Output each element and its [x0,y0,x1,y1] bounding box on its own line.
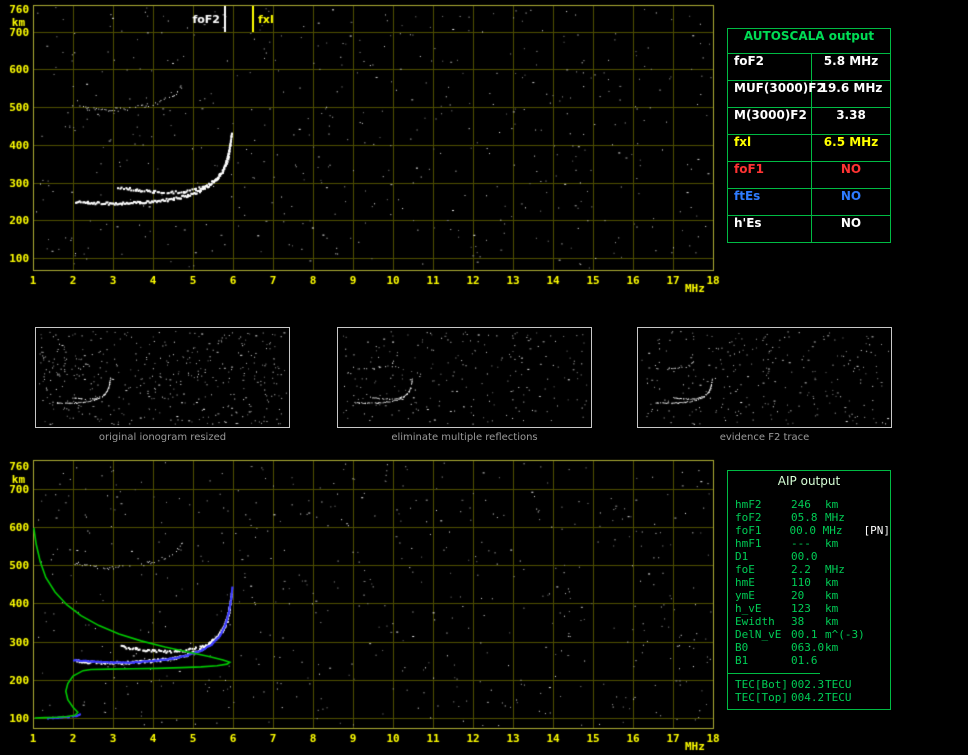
parameter-label: hmF2 [735,498,791,511]
parameter-value: 110 [791,576,825,589]
parameter-unit: m^(-3) [825,628,867,641]
parameter-label: foF1 [735,524,790,537]
parameter-label: ymE [735,589,791,602]
autoscala-row: fxl6.5 MHz [728,135,890,162]
aip-row: B101.6 [728,654,890,667]
thumbnail-original-ionogram [35,327,290,428]
parameter-label: foF1 [728,162,812,188]
parameter-value: NO [812,216,890,242]
parameter-unit: MHz [825,511,867,524]
parameter-value: 123 [791,602,825,615]
parameter-unit: TECU [825,691,867,704]
aip-row: TEC[Bot]002.3TECU [728,678,890,691]
aip-row: hmF1---km [728,537,890,550]
parameter-value: 6.5 MHz [812,135,890,161]
aip-row: Ewidth38km [728,615,890,628]
parameter-value: 00.1 [791,628,825,641]
parameter-value: --- [791,537,825,550]
parameter-value: 00.0 [790,524,823,537]
autoscala-row: ftEsNO [728,189,890,216]
autoscala-row: M(3000)F23.38 [728,108,890,135]
parameter-value: 004.2 [791,691,825,704]
parameter-label: ftEs [728,189,812,215]
autoscala-row: foF1NO [728,162,890,189]
aip-row: TEC[Top]004.2TECU [728,691,890,704]
parameter-label: h'Es [728,216,812,242]
parameter-value: 00.0 [791,550,825,563]
parameter-label: foE [735,563,791,576]
parameter-unit [825,654,867,667]
autoscala-table-title: AUTOSCALA output [728,29,890,54]
thumbnail-caption-3: evidence F2 trace [637,432,892,443]
parameter-label: hmE [735,576,791,589]
aip-output-table: AIP output hmF2246kmfoF205.8MHzfoF100.0M… [727,470,891,710]
thumbnail-evidence-f2-trace [637,327,892,428]
parameter-label: hmF1 [735,537,791,550]
thumbnail-caption-1: original ionogram resized [35,432,290,443]
parameter-value: 246 [791,498,825,511]
parameter-value: NO [812,162,890,188]
parameter-value: NO [812,189,890,215]
parameter-value: 20 [791,589,825,602]
aip-row: D100.0 [728,550,890,563]
parameter-value: 5.8 MHz [812,54,890,80]
autoscala-row: h'EsNO [728,216,890,242]
parameter-value: 19.6 MHz [812,81,890,107]
aip-row: B0063.0km [728,641,890,654]
parameter-value: 063.0 [791,641,825,654]
parameter-label: foF2 [735,511,791,524]
tec-separator [728,673,820,674]
profile-ionogram-plot [0,455,722,755]
aip-row: hmE110km [728,576,890,589]
autoscala-row: MUF(3000)F219.6 MHz [728,81,890,108]
aip-table-body: hmF2246kmfoF205.8MHzfoF100.0MHz[PN]hmF1-… [728,498,890,704]
main-ionogram-plot [0,0,722,300]
parameter-note: [PN] [864,524,891,537]
autoscala-output-table: AUTOSCALA output foF25.8 MHzMUF(3000)F21… [727,28,891,243]
parameter-label: MUF(3000)F2 [728,81,812,107]
parameter-value: 38 [791,615,825,628]
parameter-unit [825,550,867,563]
thumbnail-eliminate-reflections [337,327,592,428]
parameter-label: Ewidth [735,615,791,628]
parameter-label: DelN_vE [735,628,791,641]
parameter-value: 05.8 [791,511,825,524]
parameter-label: TEC[Top] [735,691,791,704]
parameter-unit: km [825,641,867,654]
parameter-label: M(3000)F2 [728,108,812,134]
parameter-value: 2.2 [791,563,825,576]
parameter-label: foF2 [728,54,812,80]
parameter-label: TEC[Bot] [735,678,791,691]
autoscala-row: foF25.8 MHz [728,54,890,81]
aip-row: DelN_vE00.1m^(-3) [728,628,890,641]
parameter-unit: MHz [823,524,864,537]
aip-table-title: AIP output [728,474,890,498]
aip-row: hmF2246km [728,498,890,511]
parameter-unit: km [825,576,867,589]
parameter-unit: TECU [825,678,867,691]
parameter-label: B1 [735,654,791,667]
parameter-unit: km [825,537,867,550]
parameter-label: h_vE [735,602,791,615]
parameter-label: D1 [735,550,791,563]
thumbnail-caption-2: eliminate multiple reflections [337,432,592,443]
parameter-value: 002.3 [791,678,825,691]
autoscala-table-body: foF25.8 MHzMUF(3000)F219.6 MHzM(3000)F23… [728,54,890,242]
parameter-unit: km [825,602,867,615]
aip-row: h_vE123km [728,602,890,615]
parameter-unit: MHz [825,563,867,576]
parameter-label: fxl [728,135,812,161]
aip-row: foF100.0MHz[PN] [728,524,890,537]
parameter-value: 01.6 [791,654,825,667]
aip-row: foF205.8MHz [728,511,890,524]
parameter-unit: km [825,589,867,602]
aip-row: ymE20km [728,589,890,602]
parameter-unit: km [825,615,867,628]
aip-row: foE2.2MHz [728,563,890,576]
autoscala-window: Rome (lat: +41.8, lon: 012.5) - DATE: 20… [0,0,968,755]
parameter-label: B0 [735,641,791,654]
parameter-value: 3.38 [812,108,890,134]
parameter-unit: km [825,498,867,511]
